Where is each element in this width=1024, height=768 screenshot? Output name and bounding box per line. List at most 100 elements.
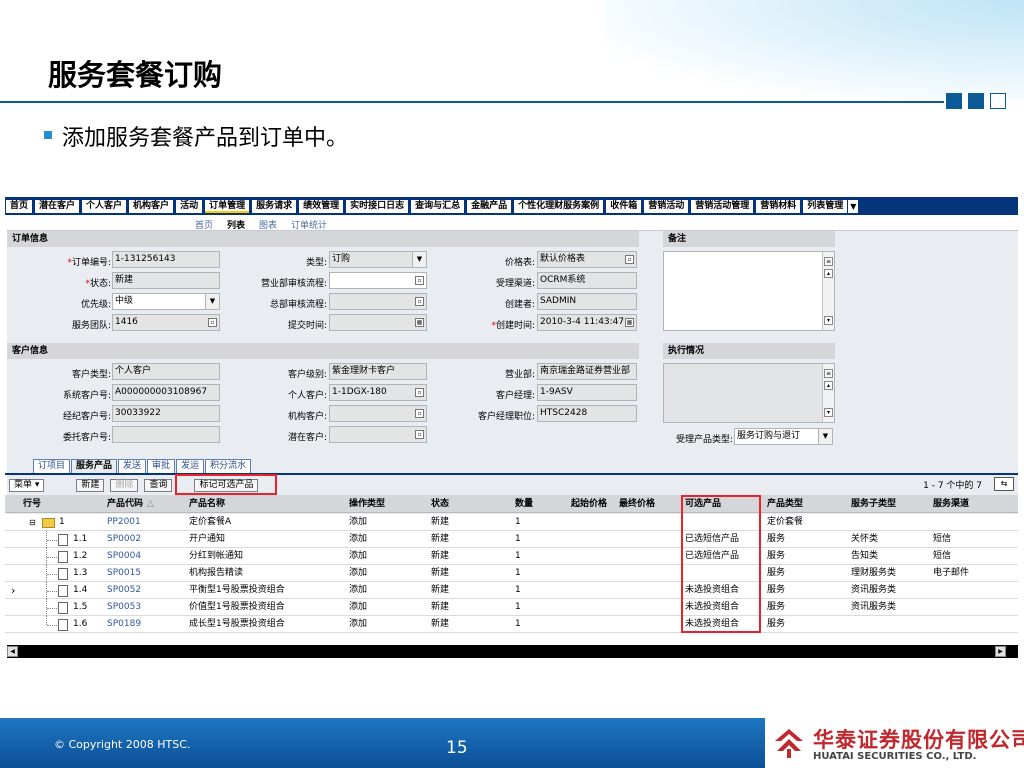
column-header[interactable]: 操作类型 [349, 495, 385, 513]
product-code-link[interactable]: SP0002 [107, 531, 141, 548]
calendar-icon[interactable]: ▦ [625, 318, 634, 327]
priority-select[interactable]: 中级 ▼ [112, 293, 220, 310]
product-code-link[interactable]: SP0053 [107, 599, 141, 616]
main-tab[interactable]: 绩效管理 [299, 199, 344, 213]
new-button[interactable]: 新建 [76, 478, 105, 492]
main-tab[interactable]: 金融产品 [467, 199, 512, 213]
picker-icon[interactable]: ▫ [625, 255, 634, 264]
manager-field[interactable]: 1-9ASV [537, 384, 637, 401]
picker-icon[interactable]: ▫ [415, 409, 424, 418]
export-icon[interactable]: ⇆ [994, 477, 1014, 491]
main-tab[interactable]: 机构客户 [129, 199, 174, 213]
table-row[interactable]: 1.5 SP0053 价值型1号股票投资组合 添加 新建 1 未选投资组合 服务 资讯服务类 [5, 599, 1018, 616]
branch-field[interactable]: 南京瑞金路证券营业部 [537, 363, 637, 380]
query-button[interactable]: 查询 [144, 478, 173, 492]
table-row[interactable]: ⊟ 1 PP2001 定价套餐A 添加 新建 1 定价套餐 [5, 514, 1018, 531]
sort-icon[interactable]: △ [147, 499, 154, 509]
scroll-up-icon[interactable]: ▴ [824, 269, 833, 278]
main-tab[interactable]: 收件箱 [606, 199, 642, 213]
chevron-down-icon[interactable]: ▼ [818, 429, 832, 444]
main-tab[interactable]: 个性化理财服务案例 [514, 199, 604, 213]
menu-button[interactable]: 菜单 ▾ [9, 478, 45, 492]
column-header[interactable]: 起始价格 [571, 495, 607, 513]
main-tab[interactable]: 查询与汇总 [411, 199, 465, 213]
calendar-icon[interactable]: ▦ [415, 318, 424, 327]
product-code-link[interactable]: SP0004 [107, 548, 141, 565]
picker-icon[interactable]: ▫ [415, 388, 424, 397]
picker-icon[interactable]: ▫ [208, 318, 217, 327]
sub-tab[interactable]: 审批 [147, 459, 176, 473]
main-tab[interactable]: 实时接口日志 [346, 199, 409, 213]
level-field[interactable]: 紫金理财卡客户 [329, 363, 427, 380]
column-header[interactable]: 服务渠道 [933, 495, 969, 513]
table-row[interactable]: › 1.4 SP0052 平衡型1号股票投资组合 添加 新建 1 未选投资组合 服务 资讯服务类 [5, 582, 1018, 599]
picker-icon[interactable]: ▫ [415, 297, 424, 306]
column-header[interactable]: 状态 [431, 495, 449, 513]
hq-review-field[interactable]: ▫ [329, 293, 427, 310]
product-code-link[interactable]: PP2001 [107, 514, 141, 531]
org-field[interactable]: ▫ [329, 405, 427, 422]
scroll-up-icon[interactable]: ▴ [824, 381, 833, 390]
potential-field[interactable]: ▫ [329, 426, 427, 443]
table-row[interactable]: 1.2 SP0004 分红到帐通知 添加 新建 1 已选短信产品 服务 告知类 短信 [5, 548, 1018, 565]
personal-field[interactable]: 1-1DGX-180 ▫ [329, 384, 427, 401]
column-header[interactable]: 产品名称 [189, 495, 225, 513]
table-row[interactable]: 1.3 SP0015 机构报告精读 添加 新建 1 服务 理财服务类 电子邮件 [5, 565, 1018, 582]
delete-button[interactable]: 删除 [110, 478, 139, 492]
submit-time-field[interactable]: ▦ [329, 314, 427, 331]
scroll-right-icon[interactable]: ▶ [995, 646, 1006, 657]
main-tab[interactable]: 首页 [6, 199, 33, 213]
scroll-icon[interactable]: ≡ [824, 369, 833, 378]
main-tab[interactable]: 列表管理 [803, 199, 848, 213]
main-tab[interactable]: 活动 [176, 199, 203, 213]
table-row[interactable]: 1.6 SP0189 成长型1号股票投资组合 添加 新建 1 未选投资组合 服务 [5, 616, 1018, 633]
product-code-link[interactable]: SP0052 [107, 582, 141, 599]
created-field[interactable]: 2010-3-4 11:43:47 ▦ [537, 314, 637, 331]
chevron-down-icon[interactable]: ▼ [412, 252, 426, 267]
picker-icon[interactable]: ▫ [415, 430, 424, 439]
exec-textarea[interactable]: ≡ ▴ ▾ [663, 363, 835, 423]
broker-no-field[interactable]: 30033922 [112, 405, 220, 422]
column-header[interactable]: 最终价格 [619, 495, 655, 513]
sub-tab[interactable]: 发送 [118, 459, 147, 473]
type-select[interactable]: 订购 ▼ [329, 251, 427, 268]
sub-tab[interactable]: 积分流水 [205, 459, 252, 473]
cust-type-field[interactable]: 个人客户 [112, 363, 220, 380]
column-header[interactable]: 服务子类型 [851, 495, 896, 513]
product-code-link[interactable]: SP0189 [107, 616, 141, 633]
horizontal-scrollbar[interactable]: ◀ ▶ [7, 645, 1018, 658]
sub-tab[interactable]: 发运 [176, 459, 205, 473]
main-tab[interactable]: 营销材料 [756, 199, 801, 213]
column-header[interactable]: 产品代码 △ [107, 495, 154, 513]
table-row[interactable]: 1.1 SP0002 开户通知 添加 新建 1 已选短信产品 服务 关怀类 短信 [5, 531, 1018, 548]
main-tab[interactable]: 服务请求 [252, 199, 297, 213]
product-type-select[interactable]: 服务订购与退订 ▼ [734, 428, 833, 445]
order-no-field[interactable]: 1-131256143 [112, 251, 220, 268]
main-tab[interactable]: 营销活动管理 [691, 199, 754, 213]
price-list-field[interactable]: 默认价格表 ▫ [537, 251, 637, 268]
biz-review-field[interactable]: ▫ [329, 272, 427, 289]
scroll-icon[interactable]: ≡ [824, 257, 833, 266]
channel-field[interactable]: OCRM系统 [537, 272, 637, 289]
creator-field[interactable]: SADMIN [537, 293, 637, 310]
sys-no-field[interactable]: A000000003108967 [112, 384, 220, 401]
chevron-down-icon[interactable]: ▼ [848, 199, 859, 213]
sub-tab[interactable]: 订项目 [33, 459, 71, 473]
team-field[interactable]: 1416 ▫ [112, 314, 220, 331]
remark-scrollbar[interactable]: ≡ ▴ ▾ [822, 252, 834, 330]
main-tab[interactable]: 营销活动 [644, 199, 689, 213]
column-header[interactable]: 数量 [515, 495, 533, 513]
column-header[interactable]: 行号 [23, 495, 41, 513]
product-code-link[interactable]: SP0015 [107, 565, 141, 582]
picker-icon[interactable]: ▫ [415, 276, 424, 285]
exec-scrollbar[interactable]: ≡ ▴ ▾ [822, 364, 834, 422]
remark-textarea[interactable]: ≡ ▴ ▾ [663, 251, 835, 331]
column-header[interactable]: 产品类型 [767, 495, 803, 513]
main-tab[interactable]: 个人客户 [82, 199, 127, 213]
main-tab[interactable]: 订单管理 [205, 199, 250, 213]
scroll-down-icon[interactable]: ▾ [824, 408, 833, 417]
main-tab[interactable]: 潜在客户 [35, 199, 80, 213]
manager-pos-field[interactable]: HTSC2428 [537, 405, 637, 422]
trust-no-field[interactable] [112, 426, 220, 443]
collapse-icon[interactable]: ⊟ [29, 514, 36, 531]
